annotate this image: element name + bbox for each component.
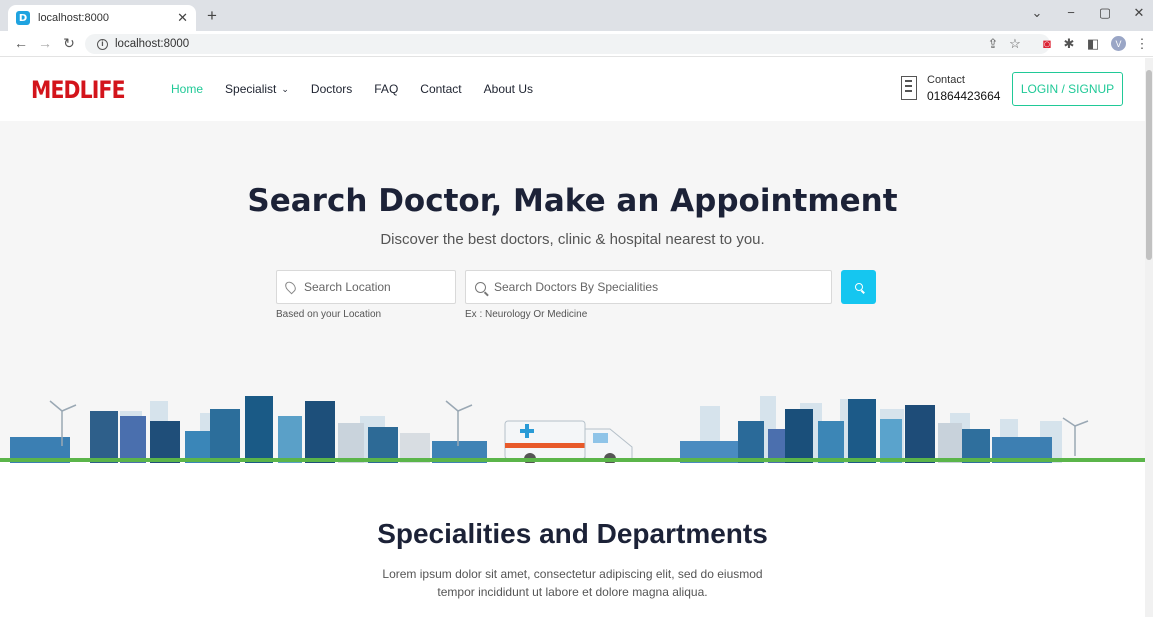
bookmark-star-icon[interactable]: ☆ — [1006, 36, 1024, 52]
login-signup-button[interactable]: LOGIN / SIGNUP — [1012, 72, 1123, 106]
grass-strip — [0, 458, 1145, 462]
specialty-placeholder: Search Doctors By Specialities — [494, 280, 659, 294]
nav-contact[interactable]: Contact — [420, 82, 461, 96]
nav-specialist-label: Specialist — [225, 82, 277, 96]
specialities-title: Specialities and Departments — [377, 518, 768, 549]
specialty-search-input[interactable]: Search Doctors By Specialities — [465, 270, 832, 304]
address-bar[interactable]: i localhost:8000 — [85, 34, 1050, 54]
nav-faq[interactable]: FAQ — [374, 82, 398, 96]
location-placeholder: Search Location — [304, 280, 391, 294]
building-icon — [901, 76, 917, 100]
reload-icon[interactable]: ↻ — [60, 35, 78, 52]
browser-toolbar: ← → ↻ i localhost:8000 ⇪ ☆ ◙ ✱ ◧ V ⋮ — [0, 31, 1153, 57]
browser-tab[interactable]: D localhost:8000 ✕ — [8, 5, 196, 31]
page-scrollbar[interactable] — [1145, 58, 1153, 617]
minimize-button[interactable]: − — [1060, 5, 1082, 20]
share-icon[interactable]: ⇪ — [984, 36, 1002, 52]
right-buildings — [680, 399, 1052, 463]
location-hint: Based on your Location — [276, 309, 382, 320]
browser-tabstrip: D localhost:8000 ✕ + ⌄ − ▢ ✕ — [0, 0, 1153, 31]
extension-shield-icon[interactable]: ◙ — [1038, 36, 1056, 51]
nav-specialist[interactable]: Specialist ⌄ — [225, 82, 289, 96]
back-arrow-icon[interactable]: ← — [12, 35, 30, 51]
contact-label: Contact — [927, 74, 965, 86]
forward-arrow-icon[interactable]: → — [36, 35, 54, 51]
tab-title: localhost:8000 — [38, 12, 109, 24]
search-icon — [475, 281, 486, 293]
nav-home[interactable]: Home — [171, 82, 203, 96]
nav-about-us[interactable]: About Us — [484, 82, 533, 96]
extensions-puzzle-icon[interactable]: ✱ — [1060, 36, 1078, 52]
location-pin-icon — [283, 279, 298, 295]
logo-text-red-2: LIFE — [79, 76, 126, 104]
browser-menu-icon[interactable]: ⋮ — [1133, 36, 1151, 52]
chevron-down-icon: ⌄ — [281, 83, 289, 94]
contact-block: Contact 01864423664 — [901, 74, 1000, 103]
left-buildings — [10, 396, 487, 463]
profile-avatar[interactable]: V — [1111, 36, 1126, 51]
close-window-button[interactable]: ✕ — [1128, 5, 1150, 21]
description-line-2: tempor incididunt ut labore et dolore ma… — [437, 585, 708, 599]
scrollbar-thumb[interactable] — [1146, 70, 1152, 260]
hero-section: Search Doctor, Make an Appointment Disco… — [0, 121, 1145, 463]
hero-title: Search Doctor, Make an Appointment — [247, 183, 898, 219]
nav-doctors[interactable]: Doctors — [311, 82, 352, 96]
tab-search-icon[interactable]: ⌄ — [1026, 5, 1048, 21]
tab-close-icon[interactable]: ✕ — [177, 10, 188, 26]
medlife-logo[interactable]: MEDLIFE — [31, 76, 126, 104]
restore-button[interactable]: ▢ — [1094, 5, 1116, 21]
specialities-description: Lorem ipsum dolor sit amet, consectetur … — [0, 565, 1145, 601]
location-search-input[interactable]: Search Location — [276, 270, 456, 304]
main-nav: Home Specialist ⌄ Doctors FAQ Contact Abo… — [171, 82, 555, 96]
ambulance-illustration — [504, 420, 633, 463]
contact-phone: 01864423664 — [927, 89, 1001, 103]
site-info-icon[interactable]: i — [97, 38, 108, 50]
new-tab-button[interactable]: + — [202, 6, 222, 26]
search-button[interactable] — [841, 270, 876, 304]
side-panel-icon[interactable]: ◧ — [1084, 36, 1102, 52]
city-skyline-illustration — [10, 396, 1089, 463]
site-header: MEDLIFE Home Specialist ⌄ Doctors FAQ Con… — [0, 58, 1145, 121]
hero-subtitle: Discover the best doctors, clinic & hosp… — [380, 231, 765, 248]
site-favicon-icon: D — [16, 11, 30, 25]
search-icon — [854, 283, 863, 291]
page-viewport: MEDLIFE Home Specialist ⌄ Doctors FAQ Con… — [0, 58, 1145, 617]
logo-text-red: MED — [31, 76, 80, 104]
description-line-1: Lorem ipsum dolor sit amet, consectetur … — [382, 567, 763, 581]
url-text: localhost:8000 — [115, 38, 190, 50]
specialty-hint: Ex : Neurology Or Medicine — [465, 309, 588, 320]
